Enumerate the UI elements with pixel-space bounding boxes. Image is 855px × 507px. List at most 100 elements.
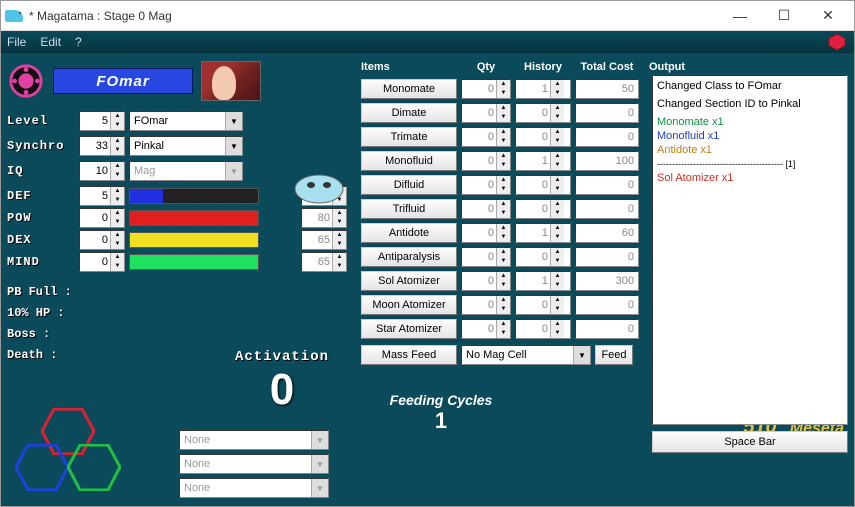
items-table-header: Items Qty History Total Cost Output — [361, 59, 848, 75]
item-button-monomate[interactable]: Monomate — [361, 79, 457, 99]
menu-edit[interactable]: Edit — [40, 35, 61, 49]
pb-select-1[interactable]: None — [179, 430, 329, 450]
feed-button[interactable]: Feed — [595, 345, 633, 365]
mag-select[interactable]: Mag — [129, 161, 243, 181]
pow-spinner[interactable]: ▲▼ — [79, 208, 125, 228]
mind-spinner[interactable]: ▲▼ — [79, 252, 125, 272]
header-cost: Total Cost — [575, 61, 639, 73]
output-line: Antidote x1 — [657, 143, 843, 157]
mind-max-input[interactable] — [302, 256, 332, 268]
item-qty-spinner[interactable]: ▲▼ — [461, 319, 511, 339]
item-button-difluid[interactable]: Difluid — [361, 175, 457, 195]
pb-select-2[interactable]: None — [179, 454, 329, 474]
item-qty-spinner[interactable]: ▲▼ — [461, 103, 511, 123]
space-bar-button[interactable]: Space Bar — [652, 431, 848, 453]
level-input[interactable] — [80, 115, 110, 127]
dex-spinner[interactable]: ▲▼ — [79, 230, 125, 250]
dex-bar — [129, 232, 259, 248]
dex-max-spinner[interactable]: ▲▼ — [301, 230, 347, 250]
item-history-spinner[interactable]: ▲▼ — [515, 319, 571, 339]
item-qty-spinner[interactable]: ▲▼ — [461, 223, 511, 243]
item-cost: 100 — [575, 151, 639, 171]
minimize-button[interactable]: — — [718, 2, 762, 30]
class-select[interactable]: FOmar — [129, 111, 243, 131]
iq-spinner[interactable]: ▲▼ — [79, 161, 125, 181]
maximize-button[interactable]: ☐ — [762, 2, 806, 30]
synchro-input[interactable] — [80, 140, 110, 152]
item-history-spinner[interactable]: ▲▼ — [515, 103, 571, 123]
pb-select-3[interactable]: None — [179, 478, 329, 498]
item-button-moon atomizer[interactable]: Moon Atomizer — [361, 295, 457, 315]
output-line: Changed Section ID to Pinkal — [657, 97, 843, 111]
pow-max-spinner[interactable]: ▲▼ — [301, 208, 347, 228]
header-items: Items — [361, 61, 457, 73]
item-qty-spinner[interactable]: ▲▼ — [461, 247, 511, 267]
mind-label: MIND — [7, 255, 75, 269]
item-button-antidote[interactable]: Antidote — [361, 223, 457, 243]
activation-value: 0 — [217, 365, 347, 415]
dex-input[interactable] — [80, 234, 110, 246]
item-history-spinner[interactable]: ▲▼ — [515, 223, 571, 243]
item-button-dimate[interactable]: Dimate — [361, 103, 457, 123]
character-portrait — [201, 61, 261, 101]
item-cost: 0 — [575, 199, 639, 219]
jewel-icon — [828, 33, 846, 51]
mind-input[interactable] — [80, 256, 110, 268]
dex-label: DEX — [7, 233, 75, 247]
header-qty: Qty — [461, 61, 511, 73]
item-qty-spinner[interactable]: ▲▼ — [461, 295, 511, 315]
item-history-spinner[interactable]: ▲▼ — [515, 199, 571, 219]
item-qty-spinner[interactable]: ▲▼ — [461, 175, 511, 195]
mind-bar — [129, 254, 259, 270]
synchro-label: Synchro — [7, 139, 75, 153]
item-qty-spinner[interactable]: ▲▼ — [461, 151, 511, 171]
mag-cell-select[interactable]: No Mag Cell — [461, 345, 591, 365]
item-cost: 60 — [575, 223, 639, 243]
item-qty-spinner[interactable]: ▲▼ — [461, 199, 511, 219]
menu-help[interactable]: ? — [75, 35, 82, 49]
item-cost: 300 — [575, 271, 639, 291]
pow-max-input[interactable] — [302, 212, 332, 224]
item-history-spinner[interactable]: ▲▼ — [515, 79, 571, 99]
dex-max-input[interactable] — [302, 234, 332, 246]
item-cost: 0 — [575, 175, 639, 195]
def-spinner[interactable]: ▲▼ — [79, 186, 125, 206]
item-history-spinner[interactable]: ▲▼ — [515, 151, 571, 171]
item-qty-spinner[interactable]: ▲▼ — [461, 127, 511, 147]
item-cost: 0 — [575, 103, 639, 123]
item-button-monofluid[interactable]: Monofluid — [361, 151, 457, 171]
def-input[interactable] — [80, 190, 110, 202]
item-cost: 0 — [575, 319, 639, 339]
item-button-star atomizer[interactable]: Star Atomizer — [361, 319, 457, 339]
close-button[interactable]: ✕ — [806, 2, 850, 30]
item-qty-spinner[interactable]: ▲▼ — [461, 271, 511, 291]
item-button-antiparalysis[interactable]: Antiparalysis — [361, 247, 457, 267]
item-history-spinner[interactable]: ▲▼ — [515, 175, 571, 195]
titlebar: * Magatama : Stage 0 Mag — ☐ ✕ — [1, 1, 854, 31]
item-cost: 0 — [575, 127, 639, 147]
mass-feed-button[interactable]: Mass Feed — [361, 345, 457, 365]
output-log: Changed Class to FOmar Changed Section I… — [652, 75, 848, 425]
level-spinner[interactable]: ▲▼ — [79, 111, 125, 131]
item-history-spinner[interactable]: ▲▼ — [515, 295, 571, 315]
menu-file[interactable]: File — [7, 35, 26, 49]
item-history-spinner[interactable]: ▲▼ — [515, 127, 571, 147]
item-history-spinner[interactable]: ▲▼ — [515, 247, 571, 267]
synchro-spinner[interactable]: ▲▼ — [79, 136, 125, 156]
item-button-sol atomizer[interactable]: Sol Atomizer — [361, 271, 457, 291]
pow-input[interactable] — [80, 212, 110, 224]
menubar: File Edit ? — [1, 31, 854, 53]
item-qty-spinner[interactable]: ▲▼ — [461, 79, 511, 99]
item-button-trimate[interactable]: Trimate — [361, 127, 457, 147]
pb-full-label: PB Full : — [7, 285, 87, 299]
item-history-spinner[interactable]: ▲▼ — [515, 271, 571, 291]
item-cost: 0 — [575, 247, 639, 267]
level-label: Level — [7, 114, 75, 128]
gear-icon — [7, 62, 45, 100]
mind-max-spinner[interactable]: ▲▼ — [301, 252, 347, 272]
item-button-trifluid[interactable]: Trifluid — [361, 199, 457, 219]
section-id-select[interactable]: Pinkal — [129, 136, 243, 156]
feeding-cycles-value: 1 — [361, 408, 521, 434]
iq-input[interactable] — [80, 165, 110, 177]
header-output: Output — [643, 61, 848, 73]
